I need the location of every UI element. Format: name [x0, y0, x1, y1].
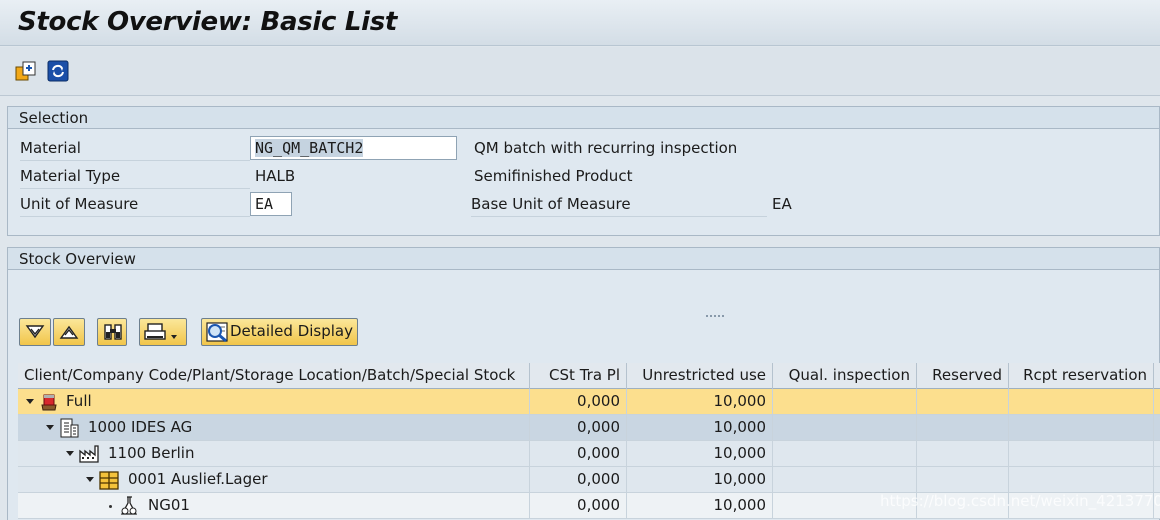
cell-unrestricted: 10,000 [627, 467, 773, 493]
col-header-rcpt-reservation[interactable]: Rcpt reservation [1009, 363, 1154, 389]
expand-arrow-icon[interactable] [66, 451, 74, 456]
title-bar: Stock Overview: Basic List [0, 0, 1160, 46]
selection-panel: Selection Material NG_QM_BATCH2 QM batch… [7, 106, 1160, 236]
col-header-qual-inspection[interactable]: Qual. inspection [773, 363, 917, 389]
col-header-cst[interactable]: CSt Tra Pl [530, 363, 627, 389]
stock-overview-header: Stock Overview [8, 248, 1159, 270]
col-header-unrestricted[interactable]: Unrestricted use [627, 363, 773, 389]
new-session-icon[interactable] [14, 59, 38, 83]
cell-rcpt-reservation [1009, 415, 1154, 441]
cell-qual-inspection [773, 415, 917, 441]
batch-flask-icon [120, 496, 138, 515]
material-description: QM batch with recurring inspection [474, 139, 738, 157]
tree-cell: 0001 Auslief.Lager [18, 467, 530, 493]
expand-button[interactable] [19, 318, 51, 346]
table-row[interactable]: Full 0,000 10,000 [18, 389, 1160, 415]
find-button[interactable] [97, 318, 127, 346]
uom-input[interactable]: EA [250, 192, 292, 216]
detailed-display-button[interactable]: Detailed Display [201, 318, 358, 346]
material-row: Material NG_QM_BATCH2 QM batch with recu… [8, 135, 1159, 163]
cell-qual-inspection [773, 441, 917, 467]
expand-arrow-icon[interactable] [46, 425, 54, 430]
leaf-dot-icon [109, 505, 112, 508]
detailed-display-label: Detailed Display [230, 322, 353, 340]
uom-row: Unit of Measure EA Base Unit of Measure … [8, 191, 1159, 219]
tree-node-label: NG01 [148, 496, 190, 514]
print-button[interactable] [139, 318, 187, 346]
plant-factory-icon [79, 445, 99, 463]
col-header-reserved[interactable]: Reserved [917, 363, 1009, 389]
cell-qual-inspection [773, 389, 917, 415]
cell-cst: 0,000 [530, 467, 627, 493]
cell-reserved [917, 415, 1009, 441]
table-row[interactable]: 1100 Berlin 0,000 10,000 [18, 441, 1160, 467]
tree-cell: 1000 IDES AG [18, 415, 530, 441]
tree-node-label: 0001 Auslief.Lager [128, 470, 268, 488]
refresh-icon[interactable] [46, 59, 70, 83]
cell-cst: 0,000 [530, 389, 627, 415]
company-code-icon [60, 418, 79, 438]
material-label: Material [20, 135, 250, 161]
cell-unrestricted: 10,000 [627, 441, 773, 467]
tree-cell: Full [18, 389, 530, 415]
material-type-label: Material Type [20, 163, 250, 189]
grid-header-row: Client/Company Code/Plant/Storage Locati… [18, 363, 1160, 389]
cell-cst: 0,000 [530, 441, 627, 467]
cell-reserved [917, 389, 1009, 415]
full-stock-icon [41, 394, 57, 411]
uom-label: Unit of Measure [20, 191, 250, 217]
material-input[interactable]: NG_QM_BATCH2 [250, 136, 457, 160]
selection-header: Selection [8, 107, 1159, 129]
watermark-text: https://blog.csdn.net/weixin_42137700 [880, 492, 1160, 510]
cell-reserved [917, 467, 1009, 493]
cell-unrestricted: 10,000 [627, 493, 773, 519]
base-uom-value: EA [772, 195, 792, 213]
col-header-hierarchy[interactable]: Client/Company Code/Plant/Storage Locati… [18, 363, 530, 389]
application-toolbar [0, 47, 1160, 96]
cell-unrestricted: 10,000 [627, 415, 773, 441]
tree-cell: 1100 Berlin [18, 441, 530, 467]
page-title: Stock Overview: Basic List [18, 7, 398, 37]
cell-rcpt-reservation [1009, 467, 1154, 493]
material-type-value: HALB [255, 167, 296, 185]
cell-rcpt-reservation [1009, 389, 1154, 415]
tree-node-label: Full [66, 392, 92, 410]
material-value: NG_QM_BATCH2 [255, 139, 364, 157]
material-type-description: Semifinished Product [474, 167, 633, 185]
splitter-grip[interactable] [706, 315, 724, 318]
cell-unrestricted: 10,000 [627, 389, 773, 415]
binoculars-icon [104, 324, 122, 340]
printer-icon [144, 323, 177, 340]
material-type-row: Material Type HALB Semifinished Product [8, 163, 1159, 191]
storage-location-shelf-icon [99, 471, 119, 490]
expand-arrow-icon[interactable] [86, 477, 94, 482]
cell-qual-inspection [773, 467, 917, 493]
detail-magnifier-icon [206, 322, 228, 343]
tree-node-label: 1100 Berlin [108, 444, 195, 462]
cell-cst: 0,000 [530, 415, 627, 441]
table-row[interactable]: 0001 Auslief.Lager 0,000 10,000 [18, 467, 1160, 493]
base-uom-label: Base Unit of Measure [471, 191, 767, 217]
table-row[interactable]: 1000 IDES AG 0,000 10,000 [18, 415, 1160, 441]
expand-arrow-icon[interactable] [26, 399, 34, 404]
expand-icon [25, 325, 45, 339]
tree-node-label: 1000 IDES AG [88, 418, 193, 436]
tree-cell: NG01 [18, 493, 530, 519]
collapse-button[interactable] [53, 318, 85, 346]
cell-rcpt-reservation [1009, 441, 1154, 467]
collapse-icon [59, 325, 79, 339]
cell-cst: 0,000 [530, 493, 627, 519]
cell-reserved [917, 441, 1009, 467]
